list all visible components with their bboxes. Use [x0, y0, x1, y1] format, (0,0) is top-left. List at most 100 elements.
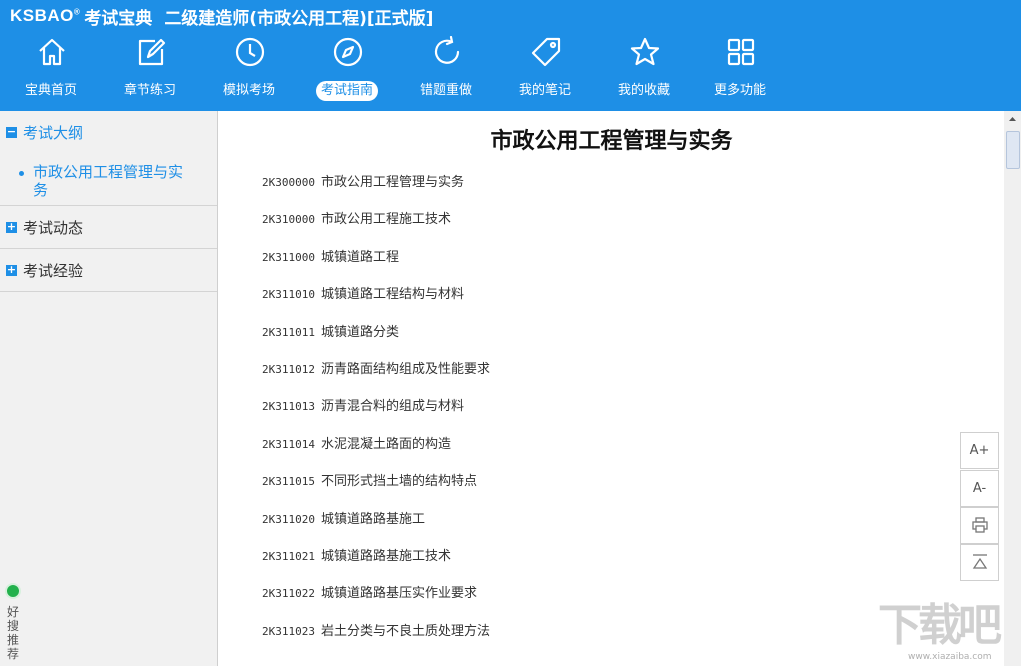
sidebar-group-news: + 考试动态: [0, 206, 217, 249]
outline-item[interactable]: 2K300000 市政公用工程管理与实务: [262, 173, 464, 193]
brand-name: 考试宝典: [84, 8, 153, 29]
outline-text: 不同形式挡土墙的结构特点: [320, 474, 477, 489]
watermark: 下载吧 www.xiazaiba.com: [878, 600, 1018, 663]
nav-label: 章节练习: [123, 83, 176, 98]
outline-text: 沥青混合料的组成与材料: [320, 399, 464, 414]
outline-text: 水泥混凝土路面的构造: [320, 437, 451, 452]
outline-text: 城镇道路路基压实作业要求: [320, 586, 477, 601]
font-decrease-button[interactable]: A-: [960, 470, 999, 507]
outline-code: 2K311014: [262, 438, 315, 451]
sidebar-group-experience: + 考试经验: [0, 249, 217, 292]
outline-item[interactable]: 2K311021 城镇道路路基施工技术: [262, 547, 451, 567]
haosou-promo[interactable]: 好搜推荐: [2, 581, 24, 661]
outline-code: 2K311022: [262, 587, 315, 600]
clock-icon: [234, 36, 266, 68]
edit-icon: [135, 36, 167, 68]
outline-item[interactable]: 2K311013 沥青混合料的组成与材料: [262, 397, 464, 417]
to-top-icon: [971, 554, 989, 575]
tag-icon: [530, 36, 562, 68]
app-window: KSBAO® 考试宝典 二级建造师(市政公用工程)[正式版] 宝典首页 章节练习: [0, 0, 1021, 666]
outline-text: 岩土分类与不良土质处理方法: [320, 624, 490, 639]
expand-icon[interactable]: +: [6, 221, 17, 233]
nav-exam-guide[interactable]: 考试指南: [299, 34, 395, 106]
bullet-icon: [19, 171, 24, 176]
outline-code: 2K311011: [262, 326, 315, 339]
nav-my-notes[interactable]: 我的笔记: [497, 34, 593, 106]
sidebar: − 考试大纲 市政公用工程管理与实务 + 考试动态 + 考试经验 好搜推荐: [0, 111, 218, 666]
outline-item[interactable]: 2K311011 城镇道路分类: [262, 323, 399, 343]
outline-code: 2K300000: [262, 176, 315, 189]
ksbao-logo: KSBAO®: [10, 6, 81, 25]
nav-label: 宝典首页: [24, 83, 77, 98]
nav-home[interactable]: 宝典首页: [3, 34, 99, 106]
nav-label: 错题重做: [419, 83, 472, 98]
expand-icon[interactable]: +: [6, 264, 17, 276]
back-to-top-button[interactable]: [960, 544, 999, 581]
outline-code: 2K311013: [262, 400, 315, 413]
outline-code: 2K311020: [262, 513, 315, 526]
outline-text: 沥青路面结构组成及性能要求: [320, 362, 490, 377]
compass-icon: [332, 36, 364, 68]
sidebar-item-label: 考试大纲: [23, 123, 84, 142]
sidebar-item-label: 考试经验: [23, 261, 84, 280]
sidebar-item-news[interactable]: + 考试动态: [0, 206, 217, 248]
nav-chapter-practice[interactable]: 章节练习: [102, 34, 198, 106]
outline-text: 城镇道路路基施工: [320, 512, 425, 527]
sidebar-subitem-label: 市政公用工程管理与实务: [33, 163, 184, 199]
page-title: 市政公用工程管理与实务: [490, 129, 733, 154]
home-icon: [36, 36, 68, 68]
outline-item[interactable]: 2K311020 城镇道路路基施工: [262, 510, 425, 530]
nav-more-functions[interactable]: 更多功能: [692, 34, 788, 106]
outline-text: 城镇道路工程: [320, 250, 399, 265]
outline-code: 2K311023: [262, 625, 315, 638]
star-icon: [629, 36, 661, 68]
outline-item[interactable]: 2K310000 市政公用工程施工技术: [262, 210, 451, 230]
outline-item[interactable]: 2K311014 水泥混凝土路面的构造: [262, 435, 451, 455]
outline-text: 城镇道路工程结构与材料: [320, 287, 464, 302]
nav-label: 我的笔记: [518, 83, 571, 98]
sidebar-item-syllabus[interactable]: − 考试大纲: [0, 111, 217, 153]
outline-text: 城镇道路分类: [320, 325, 399, 340]
outline-item[interactable]: 2K311023 岩土分类与不良土质处理方法: [262, 622, 490, 642]
outline-code: 2K311015: [262, 475, 315, 488]
outline-item[interactable]: 2K311015 不同形式挡土墙的结构特点: [262, 472, 477, 492]
grid-icon: [725, 36, 757, 68]
nav-mock-exam[interactable]: 模拟考场: [201, 34, 297, 106]
nav-label: 模拟考场: [222, 83, 275, 98]
promo-label: 好搜推荐: [6, 605, 19, 661]
watermark-text: 下载吧: [878, 600, 1002, 651]
app-title: 二级建造师(市政公用工程)[正式版]: [164, 8, 434, 29]
outline-code: 2K310000: [262, 213, 315, 226]
nav-redo-mistakes[interactable]: 错题重做: [398, 34, 494, 106]
outline-item[interactable]: 2K311022 城镇道路路基压实作业要求: [262, 584, 477, 604]
content-pane: 市政公用工程管理与实务 2K300000 市政公用工程管理与实务 2K310000…: [219, 111, 1004, 666]
promo-dot-icon: [5, 583, 21, 599]
sidebar-subitem-municipal[interactable]: 市政公用工程管理与实务: [0, 153, 217, 205]
outline-code: 2K311012: [262, 363, 315, 376]
sidebar-item-experience[interactable]: + 考试经验: [0, 249, 217, 291]
title-bar: KSBAO® 考试宝典 二级建造师(市政公用工程)[正式版]: [10, 4, 434, 29]
outline-code: 2K311010: [262, 288, 315, 301]
header-bar: KSBAO® 考试宝典 二级建造师(市政公用工程)[正式版] 宝典首页 章节练习: [0, 0, 1021, 111]
sidebar-group-syllabus: − 考试大纲 市政公用工程管理与实务: [0, 111, 217, 206]
nav-label: 考试指南: [316, 81, 378, 101]
sidebar-item-label: 考试动态: [23, 218, 84, 237]
outline-item[interactable]: 2K311000 城镇道路工程: [262, 248, 399, 268]
outline-item[interactable]: 2K311012 沥青路面结构组成及性能要求: [262, 360, 490, 380]
nav-label: 我的收藏: [617, 83, 670, 98]
vertical-scrollbar[interactable]: [1004, 111, 1021, 666]
outline-code: 2K311021: [262, 550, 315, 563]
print-button[interactable]: [960, 507, 999, 544]
printer-icon: [971, 517, 989, 538]
outline-text: 城镇道路路基施工技术: [320, 549, 451, 564]
nav-my-favorites[interactable]: 我的收藏: [596, 34, 692, 106]
outline-code: 2K311000: [262, 251, 315, 264]
watermark-url: www.xiazaiba.com: [908, 652, 992, 662]
scroll-up-icon[interactable]: [1004, 111, 1021, 128]
outline-text: 市政公用工程施工技术: [320, 212, 451, 227]
font-increase-button[interactable]: A+: [960, 432, 999, 469]
outline-text: 市政公用工程管理与实务: [320, 175, 464, 190]
outline-item[interactable]: 2K311010 城镇道路工程结构与材料: [262, 285, 464, 305]
scrollbar-thumb[interactable]: [1006, 131, 1020, 169]
collapse-icon[interactable]: −: [6, 126, 17, 138]
